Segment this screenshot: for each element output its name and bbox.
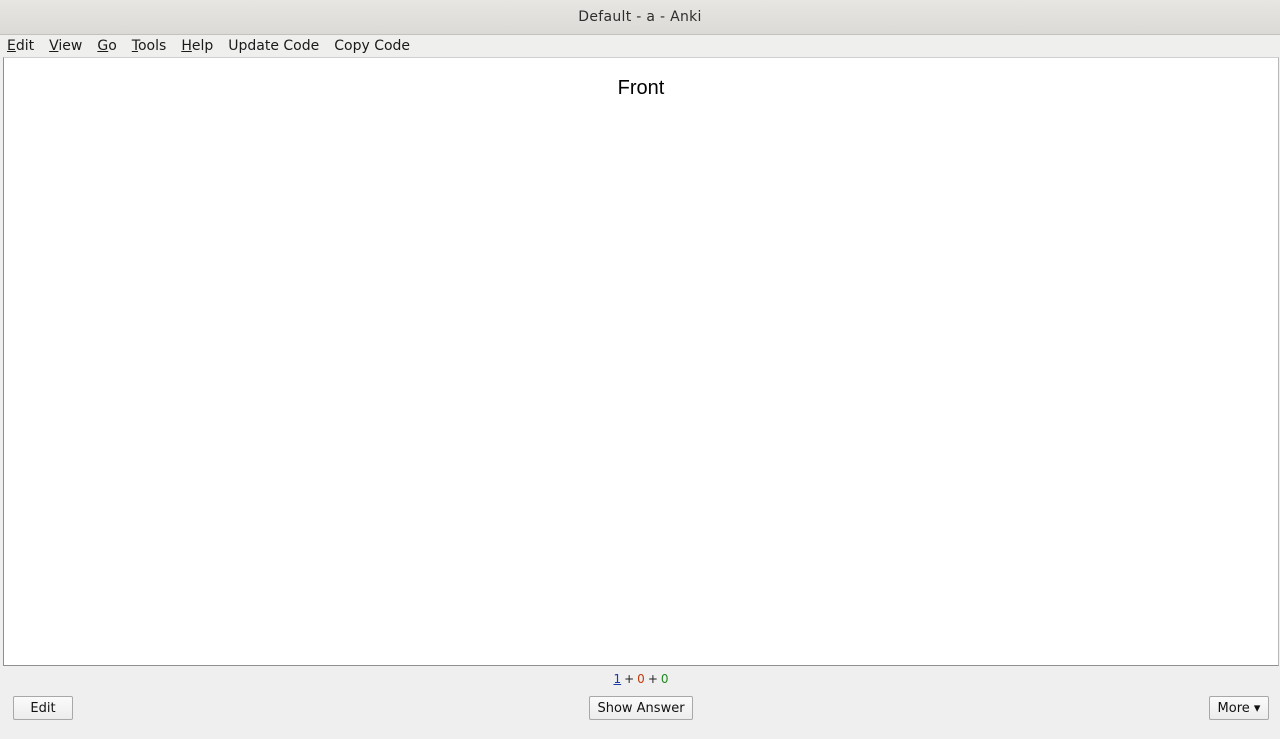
menu-go-accel: G [97,38,109,54]
count-new: 1 [613,672,622,686]
menu-edit-accel: E [7,38,16,54]
window-titlebar: Default - a - Anki [0,0,1280,35]
menu-edit[interactable]: Edit [7,37,34,55]
menu-help[interactable]: Help [181,37,213,55]
card-webview: Front [3,57,1279,666]
menu-help-rest: elp [191,38,214,54]
menu-edit-rest: dit [15,38,35,54]
menu-bar: Edit View Go Tools Help Update Code Copy… [0,35,1280,57]
window-title: Default - a - Anki [578,9,702,25]
menu-view-accel: V [49,38,59,54]
menu-tools-rest: ools [137,38,167,54]
due-counts: 1 +0 +0 [3,672,1279,686]
menu-help-accel: H [181,38,192,54]
count-separator: + [624,672,635,686]
count-review: 0 [660,672,669,686]
menu-copy-code[interactable]: Copy Code [334,37,410,55]
menu-go-rest: o [108,38,117,54]
show-answer-button[interactable]: Show Answer [589,696,693,720]
edit-button[interactable]: Edit [13,696,73,720]
count-learning: 0 [637,672,645,686]
more-button[interactable]: More ▾ [1209,696,1269,720]
card-front-text: Front [617,77,665,99]
review-bottom-bar: 1 +0 +0 Edit Show Answer More ▾ [3,666,1279,739]
count-separator: + [647,672,658,686]
menu-view-rest: iew [58,38,83,54]
menu-view[interactable]: View [49,37,82,55]
menu-go[interactable]: Go [97,37,116,55]
menu-tools[interactable]: Tools [132,37,167,55]
menu-update-code[interactable]: Update Code [228,37,319,55]
